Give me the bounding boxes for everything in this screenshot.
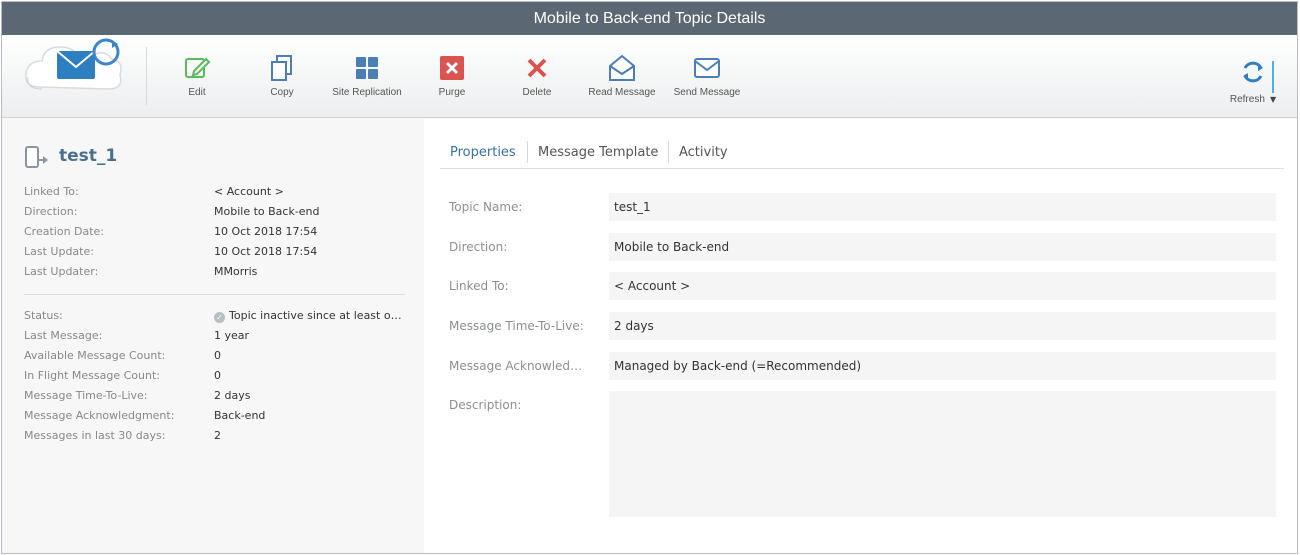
refresh-button[interactable]: Refresh ▼ <box>1223 57 1283 107</box>
stat-row: Message Time-To-Live: 2 days <box>24 386 409 406</box>
section-divider <box>24 294 405 295</box>
stat-value: 0 <box>214 369 221 382</box>
tab-activity[interactable]: Activity <box>669 143 738 163</box>
detail-value: MMorris <box>214 265 258 278</box>
delete-icon <box>527 58 547 78</box>
topic-name-label: Topic Name: <box>449 200 523 214</box>
grid-icon <box>356 57 378 79</box>
envelope-icon <box>694 58 720 78</box>
status-value: ✓ Topic inactive since at least one year <box>214 306 404 326</box>
toolbar: Edit Copy Site Replication Purge Delete … <box>2 35 1297 118</box>
ttl-field[interactable]: 2 days <box>609 312 1276 340</box>
detail-value: 10 Oct 2018 17:54 <box>214 225 318 238</box>
detail-key: Last Updater: <box>24 265 99 278</box>
form-row-topic-name: Topic Name: test_1 <box>449 193 1279 221</box>
topic-tabs-panel: Properties Message Template Activity Top… <box>424 119 1297 553</box>
stat-row: Messages in last 30 days: 2 <box>24 426 409 446</box>
refresh-icon <box>1243 61 1263 83</box>
tab-bar: Properties Message Template Activity <box>440 139 1284 169</box>
read-message-button[interactable]: Read Message <box>579 49 665 105</box>
chevron-down-icon[interactable]: ▼ <box>1270 95 1276 104</box>
acknowledgment-field[interactable]: Managed by Back-end (=Recommended) <box>609 352 1276 380</box>
form-row-acknowledgment: Message Acknowledgment: Managed by Back-… <box>449 352 1279 380</box>
envelope-open-icon <box>609 54 635 81</box>
stat-row: In Flight Message Count: 0 <box>24 366 409 386</box>
refresh-divider <box>1272 61 1274 93</box>
status-text: Topic inactive since at least one year <box>229 309 404 322</box>
stat-value: 0 <box>214 349 221 362</box>
acknowledgment-label: Message Acknowledgment: <box>449 359 589 373</box>
detail-key: Creation Date: <box>24 225 105 238</box>
delete-button[interactable]: Delete <box>494 49 580 105</box>
topic-details-list: Linked To: < Account > Direction: Mobile t… <box>24 182 409 282</box>
ttl-label: Message Time-To-Live: <box>449 319 584 333</box>
topic-details-window: Mobile to Back-end Topic Details Edit Co… <box>1 1 1298 554</box>
stat-value: 1 year <box>214 329 250 342</box>
mobile-to-backend-icon <box>25 146 48 168</box>
detail-row: Linked To: < Account > <box>24 182 409 202</box>
detail-key: Last Update: <box>24 245 94 258</box>
stat-key: In Flight Message Count: <box>24 369 160 382</box>
edit-icon <box>185 57 211 78</box>
refresh-label: Refresh <box>1229 94 1265 105</box>
copy-icon <box>271 55 292 81</box>
toolbar-separator <box>146 47 147 105</box>
purge-label: Purge <box>438 87 466 98</box>
form-row-ttl: Message Time-To-Live: 2 days <box>449 312 1279 340</box>
form-row-description: Description: <box>449 391 1279 517</box>
detail-row: Direction: Mobile to Back-end <box>24 202 409 222</box>
topic-summary-panel: test_1 Linked To: < Account > Direction: M… <box>2 119 422 553</box>
check-circle-icon: ✓ <box>214 312 225 323</box>
purge-button[interactable]: Purge <box>409 49 495 105</box>
detail-key: Direction: <box>24 205 78 218</box>
edit-button[interactable]: Edit <box>154 49 240 105</box>
stat-value: Back-end <box>214 409 266 422</box>
app-logo <box>20 35 130 115</box>
direction-field[interactable]: Mobile to Back-end <box>609 233 1276 261</box>
topic-name-field[interactable]: test_1 <box>609 193 1276 221</box>
site-replication-button[interactable]: Site Replication <box>324 49 410 105</box>
stat-key: Message Time-To-Live: <box>24 389 148 402</box>
description-label: Description: <box>449 398 522 412</box>
stat-key: Messages in last 30 days: <box>24 429 166 442</box>
description-textarea[interactable] <box>609 391 1276 517</box>
stat-key: Message Acknowledgment: <box>24 409 175 422</box>
linked-to-label: Linked To: <box>449 279 509 293</box>
form-row-linked-to: Linked To: < Account > <box>449 272 1279 300</box>
copy-label: Copy <box>270 87 294 98</box>
purge-icon <box>440 56 464 80</box>
read-message-label: Read Message <box>588 87 656 98</box>
edit-label: Edit <box>188 87 206 98</box>
topic-name: test_1 <box>59 146 118 166</box>
stat-key: Available Message Count: <box>24 349 166 362</box>
topic-stats-list: Status: ✓ Topic inactive since at least on… <box>24 306 409 446</box>
stat-value: 2 days <box>214 389 251 402</box>
detail-value: Mobile to Back-end <box>214 205 320 218</box>
send-message-button[interactable]: Send Message <box>664 49 750 105</box>
stat-row: Last Message: 1 year <box>24 326 409 346</box>
tab-properties[interactable]: Properties <box>440 143 526 163</box>
direction-label: Direction: <box>449 240 508 254</box>
stat-row: Available Message Count: 0 <box>24 346 409 366</box>
detail-row: Last Update: 10 Oct 2018 17:54 <box>24 242 409 262</box>
window-title: Mobile to Back-end Topic Details <box>2 2 1297 35</box>
send-message-label: Send Message <box>673 87 741 98</box>
form-row-direction: Direction: Mobile to Back-end <box>449 233 1279 261</box>
detail-row: Creation Date: 10 Oct 2018 17:54 <box>24 222 409 242</box>
stat-row: Message Acknowledgment: Back-end <box>24 406 409 426</box>
stat-key: Last Message: <box>24 329 103 342</box>
linked-to-field[interactable]: < Account > <box>609 272 1276 300</box>
stat-value: 2 <box>214 429 221 442</box>
detail-value: 10 Oct 2018 17:54 <box>214 245 318 258</box>
detail-key: Linked To: <box>24 185 79 198</box>
detail-value: < Account > <box>214 185 284 198</box>
delete-label: Delete <box>522 87 552 98</box>
detail-row: Last Updater: MMorris <box>24 262 409 282</box>
tab-message-template[interactable]: Message Template <box>528 143 668 163</box>
site-replication-label: Site Replication <box>332 87 402 98</box>
stat-key: Status: <box>24 309 63 322</box>
stat-row: Status: ✓ Topic inactive since at least on… <box>24 306 409 326</box>
copy-button[interactable]: Copy <box>239 49 325 105</box>
